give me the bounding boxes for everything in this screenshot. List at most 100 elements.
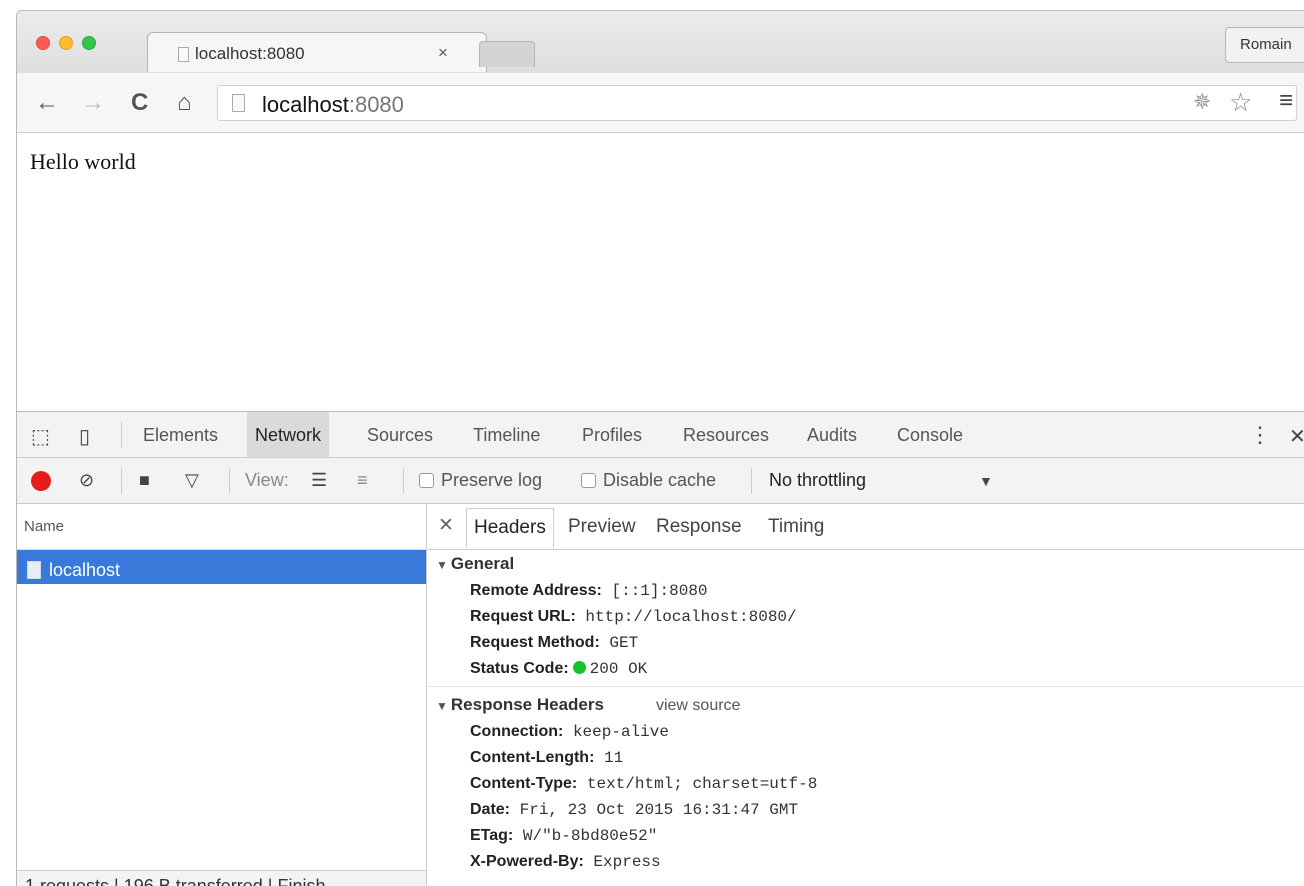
header-value: [::1]:8080 (611, 582, 708, 600)
url-port: :8080 (348, 92, 404, 117)
general-row: Remote Address: [::1]:8080 (470, 578, 1304, 604)
response-header-row: Connection: keep-alive (470, 719, 1304, 745)
header-value: Fri, 23 Oct 2015 16:31:47 GMT (519, 801, 799, 819)
forward-icon[interactable]: → (81, 89, 105, 117)
response-headers-title-text: Response Headers (450, 695, 604, 714)
tab-elements[interactable]: Elements (143, 425, 218, 446)
new-tab-button[interactable] (479, 41, 535, 67)
page-icon (232, 94, 245, 112)
zoom-window-button[interactable] (82, 36, 96, 50)
browser-toolbar: ← → C ⌂ localhost:8080 ✵ ☆ ≡ (17, 73, 1304, 133)
header-key: Content-Type: (470, 775, 578, 792)
network-summary: 1 requests | 196 B transferred | Finish.… (17, 870, 426, 886)
minimize-window-button[interactable] (59, 36, 73, 50)
page-icon (178, 46, 189, 62)
devtools-tab-bar: ⬚ ▯ Elements Network Sources Timeline Pr… (17, 412, 1304, 458)
header-key: Status Code: (470, 660, 569, 677)
header-key: Request URL: (470, 608, 576, 625)
general-row: Request URL: http://localhost:8080/ (470, 604, 1304, 630)
device-mode-icon[interactable]: ▯ (79, 424, 90, 449)
expand-triangle-icon: ▼ (436, 699, 448, 713)
close-details-icon[interactable]: ✕ (438, 514, 454, 537)
tab-timeline[interactable]: Timeline (473, 425, 540, 446)
tab-response[interactable]: Response (656, 516, 742, 538)
clear-icon[interactable]: ⊘ (79, 470, 94, 491)
bookmark-star-icon[interactable]: ☆ (1229, 87, 1252, 118)
tab-sources[interactable]: Sources (367, 425, 433, 446)
browser-window: localhost:8080 × Romain ← → C ⌂ localhos… (16, 10, 1304, 886)
name-column-header[interactable]: Name (17, 504, 426, 550)
request-name: localhost (49, 559, 121, 580)
filter-icon[interactable]: ▽ (185, 470, 199, 491)
general-row: Status Code: 200 OK (470, 656, 1304, 682)
tab-title: localhost:8080 (195, 44, 305, 63)
header-key: ETag: (470, 827, 514, 844)
tab-console[interactable]: Console (897, 425, 963, 446)
header-key: Date: (470, 801, 511, 818)
close-devtools-icon[interactable]: ✕ (1289, 424, 1304, 449)
disable-cache-checkbox[interactable] (581, 473, 596, 488)
reload-icon[interactable]: C (131, 89, 148, 117)
expand-triangle-icon: ▼ (436, 558, 448, 572)
header-value: 200 OK (589, 660, 648, 678)
profile-button[interactable]: Romain (1225, 27, 1304, 63)
header-value: keep-alive (572, 723, 669, 741)
header-key: Request Method: (470, 634, 600, 651)
record-button[interactable] (31, 471, 51, 491)
response-headers-title[interactable]: ▼ Response Headers view source (436, 695, 1304, 715)
response-header-row: Content-Type: text/html; charset=utf-8 (470, 771, 1304, 797)
browser-tab[interactable]: localhost:8080 × (147, 32, 487, 72)
tab-headers[interactable]: Headers (466, 508, 554, 548)
preserve-log-label: Preserve log (441, 470, 543, 490)
throttling-select[interactable]: No throttling (769, 470, 866, 491)
network-toolbar: ⊘ ■ ▽ View: ☰ ≡ Preserve log Disable cac… (17, 458, 1304, 504)
large-rows-icon[interactable]: ☰ (311, 470, 327, 491)
general-rows: Remote Address: [::1]:8080 Request URL: … (436, 574, 1304, 686)
tab-close-icon[interactable]: × (438, 43, 448, 63)
inspect-element-icon[interactable]: ⬚ (31, 424, 50, 449)
request-row[interactable]: localhost (17, 550, 426, 584)
tab-network[interactable]: Network (247, 412, 330, 457)
response-header-row: Date: Fri, 23 Oct 2015 16:31:47 GMT (470, 797, 1304, 823)
tab-resources[interactable]: Resources (683, 425, 769, 446)
view-source-link[interactable]: view source (656, 697, 740, 714)
request-list: Name localhost 1 requests | 196 B transf… (17, 504, 427, 886)
status-ok-icon (572, 661, 586, 674)
more-options-icon[interactable]: ⋮ (1249, 422, 1271, 448)
devtools-panel: ⬚ ▯ Elements Network Sources Timeline Pr… (17, 411, 1304, 886)
capture-screenshots-icon[interactable]: ■ (139, 470, 150, 491)
url-host: localhost (262, 92, 349, 117)
header-value: W/"b-8bd80e52" (522, 827, 658, 845)
response-header-row: X-Powered-By: Express (470, 849, 1304, 875)
general-section-title[interactable]: ▼ General (436, 554, 1304, 574)
preserve-log-checkbox[interactable] (419, 473, 434, 488)
response-header-row: Content-Length: 11 (470, 745, 1304, 771)
header-value: text/html; charset=utf-8 (586, 775, 818, 793)
general-title-text: General (450, 554, 515, 573)
chevron-down-icon[interactable]: ▼ (979, 473, 993, 489)
tab-timing[interactable]: Timing (768, 516, 824, 538)
menu-icon[interactable]: ≡ (1279, 87, 1293, 115)
response-header-rows: Connection: keep-alive Content-Length: 1… (436, 715, 1304, 875)
general-row: Request Method: GET (470, 630, 1304, 656)
page-content: Hello world (17, 133, 1304, 411)
header-value: http://localhost:8080/ (585, 608, 797, 626)
url-text: localhost:8080 (262, 92, 404, 118)
home-icon[interactable]: ⌂ (177, 89, 192, 117)
tab-audits[interactable]: Audits (807, 425, 857, 446)
disable-cache-label: Disable cache (603, 470, 717, 490)
header-value: 11 (604, 749, 624, 767)
back-icon[interactable]: ← (35, 89, 59, 117)
general-section: ▼ General Remote Address: [::1]:8080 Requ… (428, 550, 1304, 686)
tab-profiles[interactable]: Profiles (582, 425, 642, 446)
page-body-text: Hello world (30, 149, 136, 174)
address-bar[interactable]: localhost:8080 (217, 85, 1297, 121)
document-icon (27, 561, 41, 579)
close-window-button[interactable] (36, 36, 50, 50)
tab-preview[interactable]: Preview (568, 516, 636, 538)
details-tab-bar: ✕ Headers Preview Response Timing (428, 504, 1304, 550)
header-value: GET (609, 634, 639, 652)
overview-icon[interactable]: ≡ (357, 470, 368, 491)
extension-icon[interactable]: ✵ (1193, 89, 1211, 115)
header-value: Express (593, 853, 661, 871)
